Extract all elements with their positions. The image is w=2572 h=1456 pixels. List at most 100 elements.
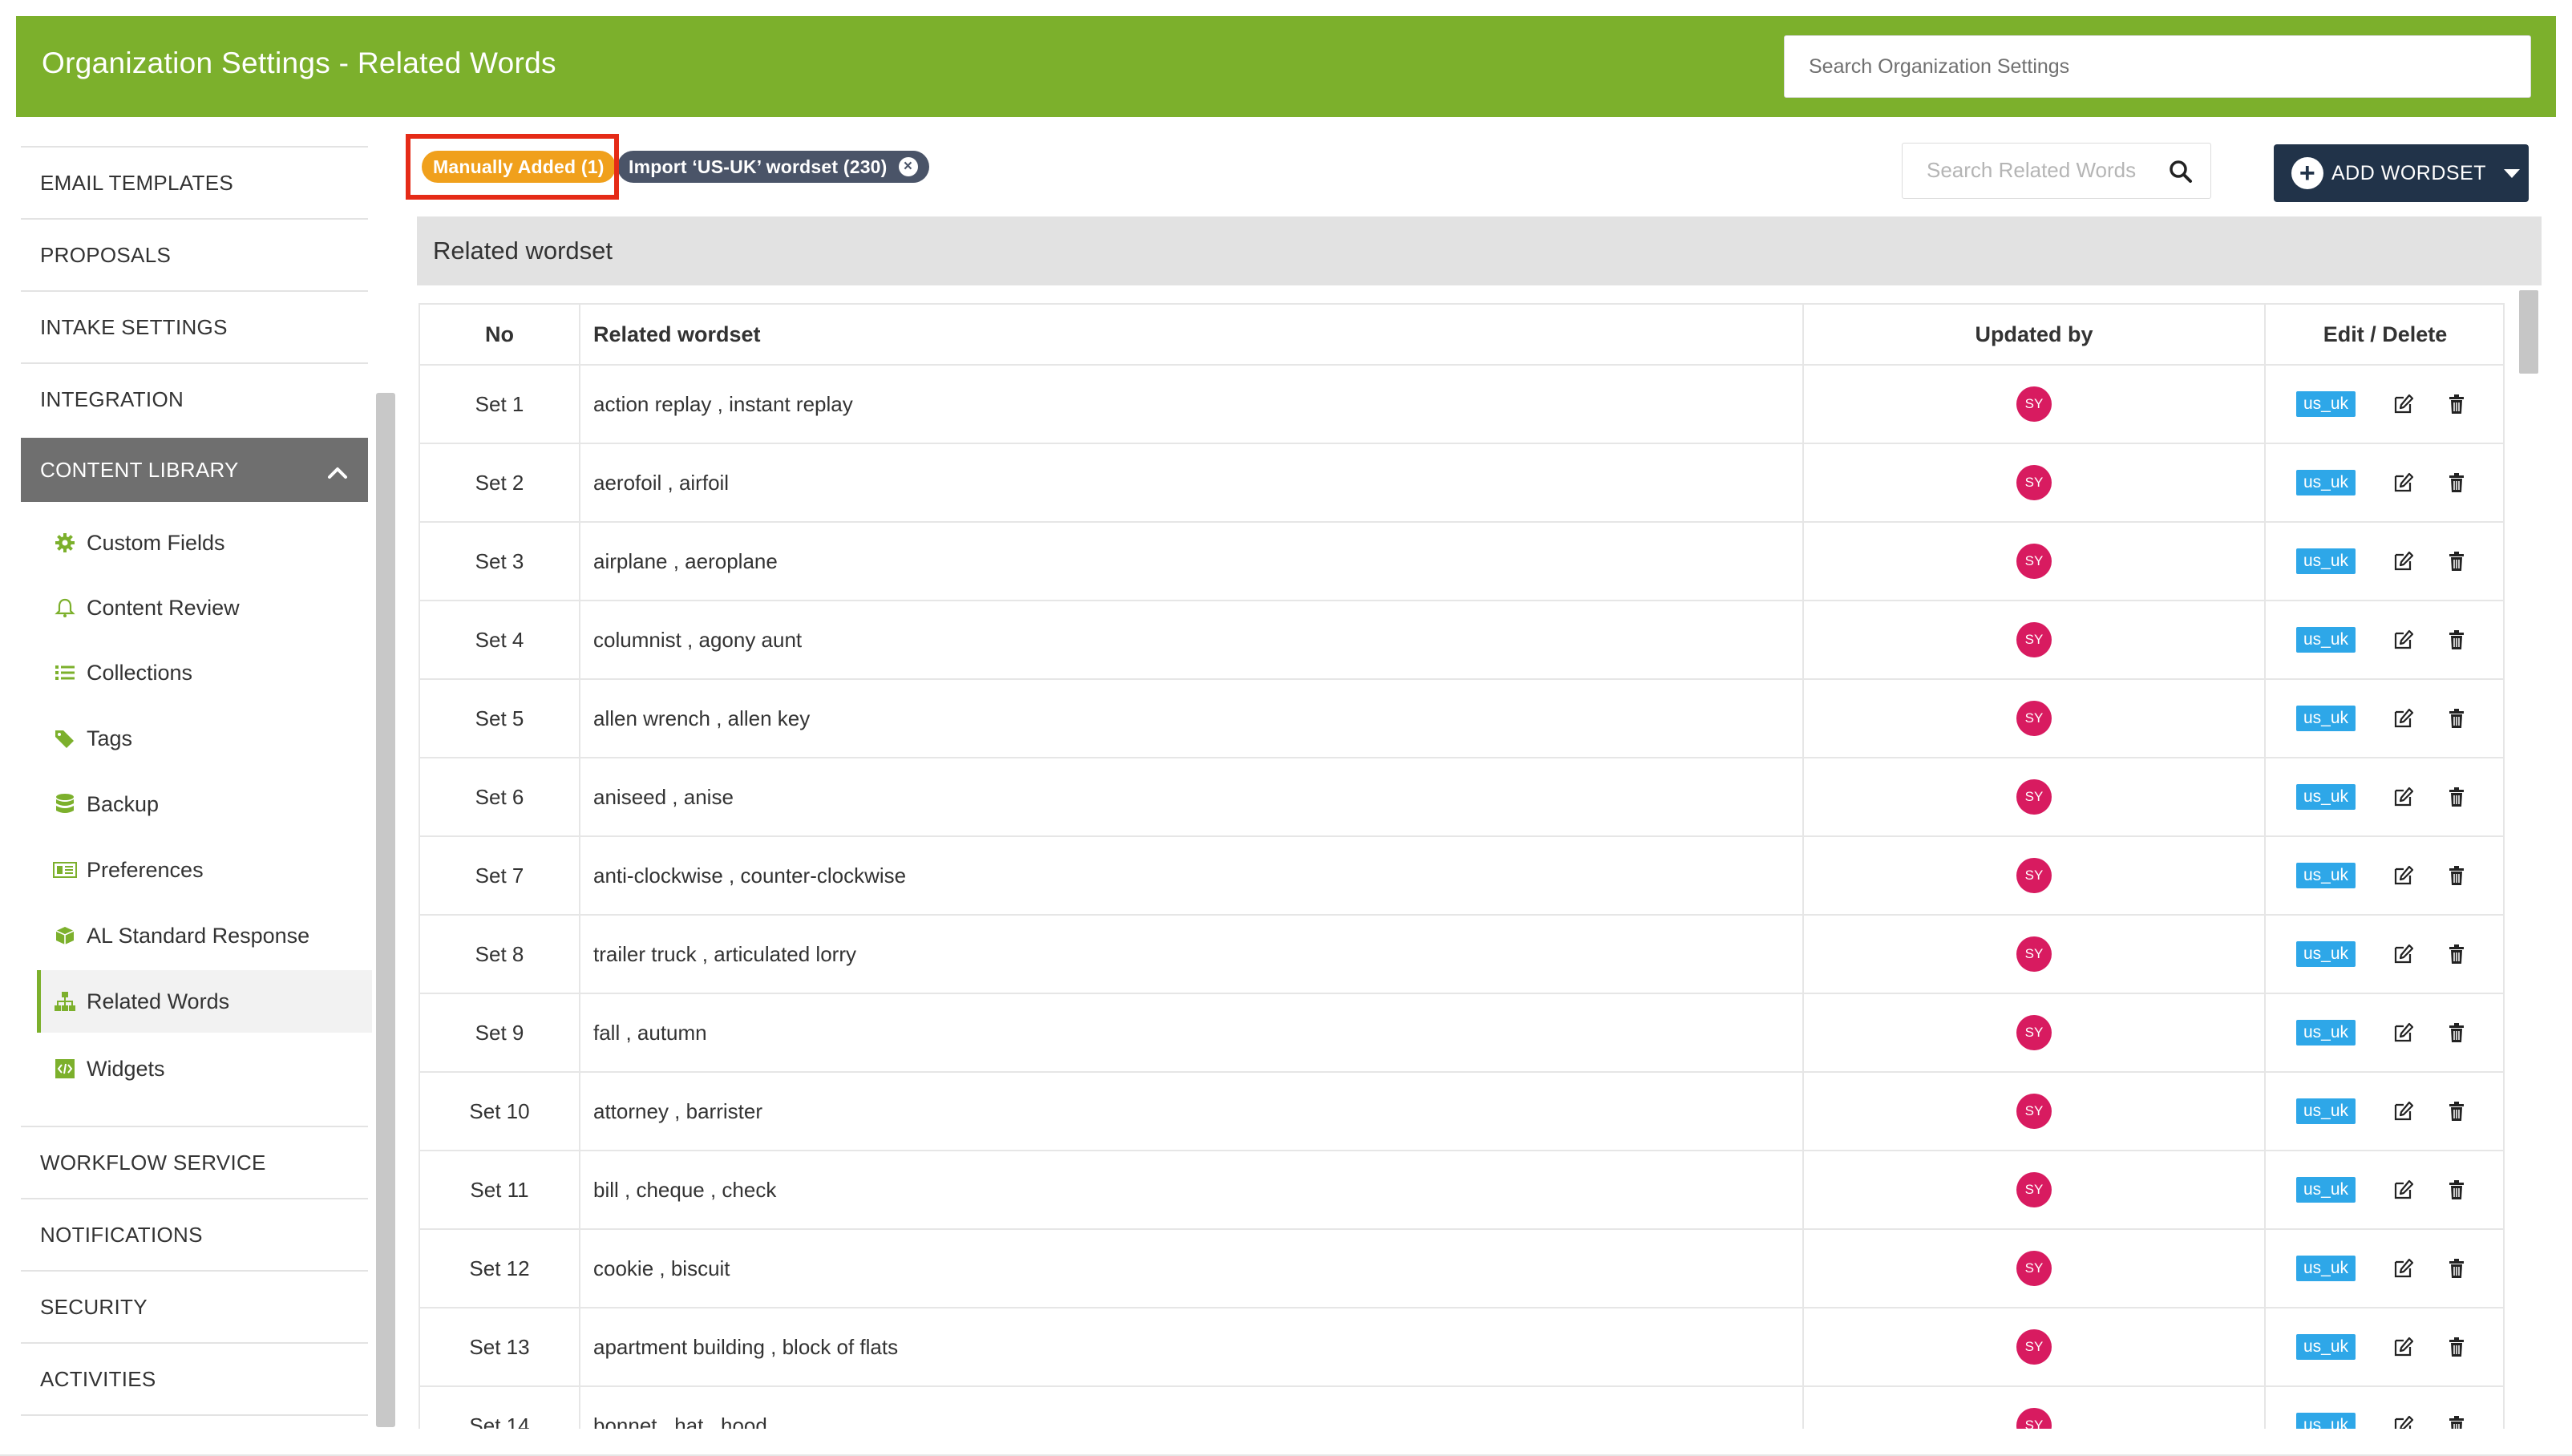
trash-icon[interactable] — [2445, 1179, 2468, 1201]
table-row: Set 9 fall , autumn SY us_uk — [420, 994, 2503, 1073]
set-number: Set 7 — [420, 837, 580, 914]
edit-icon[interactable] — [2392, 550, 2415, 572]
edit-icon[interactable] — [2392, 1336, 2415, 1358]
trash-icon[interactable] — [2445, 943, 2468, 965]
updated-by-cell: SY — [1804, 1073, 2266, 1150]
updated-by-cell: SY — [1804, 366, 2266, 443]
sidebar-scrollbar[interactable] — [376, 393, 395, 1427]
set-number: Set 1 — [420, 366, 580, 443]
add-wordset-button[interactable]: + ADD WORDSET — [2274, 144, 2529, 202]
actions-cell: us_uk — [2266, 994, 2503, 1071]
trash-icon[interactable] — [2445, 786, 2468, 808]
edit-icon[interactable] — [2392, 864, 2415, 887]
database-icon — [53, 792, 77, 816]
sidebar-item-email-templates[interactable]: EMAIL TEMPLATES — [21, 146, 368, 218]
sidebar-item-widgets[interactable]: Widgets — [37, 1037, 372, 1100]
trash-icon[interactable] — [2445, 393, 2468, 415]
search-icon[interactable] — [2169, 160, 2193, 188]
trash-icon[interactable] — [2445, 471, 2468, 494]
sidebar-item-related-words[interactable]: Related Words — [37, 970, 372, 1033]
updated-by-cell: SY — [1804, 994, 2266, 1071]
sidebar-item-label: AL Standard Response — [87, 923, 310, 948]
avatar: SY — [2016, 622, 2052, 657]
table-row: Set 14 bonnet , hat , hood SY us_uk — [420, 1387, 2503, 1429]
add-wordset-label: ADD WORDSET — [2331, 161, 2486, 184]
actions-cell: us_uk — [2266, 523, 2503, 600]
sidebar-item-notifications[interactable]: NOTIFICATIONS — [21, 1198, 368, 1270]
set-number: Set 10 — [420, 1073, 580, 1150]
edit-icon[interactable] — [2392, 629, 2415, 651]
sidebar-item-label: SECURITY — [40, 1294, 148, 1319]
edit-icon[interactable] — [2392, 1021, 2415, 1044]
avatar: SY — [2016, 779, 2052, 815]
sidebar-item-label: Preferences — [87, 857, 204, 882]
sidebar-item-al-standard-response[interactable]: AL Standard Response — [37, 904, 372, 967]
sidebar-item-label: Widgets — [87, 1056, 165, 1081]
trash-icon[interactable] — [2445, 707, 2468, 730]
edit-icon[interactable] — [2392, 943, 2415, 965]
avatar: SY — [2016, 1172, 2052, 1207]
sidebar-item-content-library[interactable]: CONTENT LIBRARY — [21, 438, 368, 502]
trash-icon[interactable] — [2445, 1336, 2468, 1358]
table-header-row: No Related wordset Updated by Edit / Del… — [420, 305, 2503, 366]
updated-by-cell: SY — [1804, 1387, 2266, 1429]
trash-icon[interactable] — [2445, 1021, 2468, 1044]
trash-icon[interactable] — [2445, 550, 2468, 572]
sidebar-item-collections[interactable]: Collections — [37, 641, 372, 704]
table-row: Set 7 anti-clockwise , counter-clockwise S… — [420, 837, 2503, 916]
edit-icon[interactable] — [2392, 1414, 2415, 1429]
trash-icon[interactable] — [2445, 629, 2468, 651]
column-header-related-wordset: Related wordset — [580, 305, 1804, 364]
edit-icon[interactable] — [2392, 393, 2415, 415]
set-number: Set 5 — [420, 680, 580, 757]
trash-icon[interactable] — [2445, 864, 2468, 887]
sidebar-item-security[interactable]: SECURITY — [21, 1270, 368, 1342]
updated-by-cell: SY — [1804, 758, 2266, 835]
wordset-text: apartment building , block of flats — [580, 1308, 1804, 1385]
edit-icon[interactable] — [2392, 471, 2415, 494]
sidebar-item-workflow-service[interactable]: WORKFLOW SERVICE — [21, 1126, 368, 1198]
wordset-text: airplane , aeroplane — [580, 523, 1804, 600]
sidebar-item-tags[interactable]: Tags — [37, 707, 372, 770]
actions-cell: us_uk — [2266, 680, 2503, 757]
sidebar-item-activities[interactable]: ACTIVITIES — [21, 1342, 368, 1414]
edit-icon[interactable] — [2392, 786, 2415, 808]
trash-icon[interactable] — [2445, 1257, 2468, 1280]
edit-icon[interactable] — [2392, 707, 2415, 730]
sidebar-item-intake-settings[interactable]: INTAKE SETTINGS — [21, 290, 368, 362]
trash-icon[interactable] — [2445, 1100, 2468, 1122]
close-icon[interactable]: × — [898, 157, 918, 176]
wordset-tag: us_uk — [2296, 627, 2356, 653]
sidebar-item-custom-fields[interactable]: Custom Fields — [37, 512, 372, 574]
sidebar-item-content-review[interactable]: Content Review — [37, 576, 372, 639]
wordset-text: trailer truck , articulated lorry — [580, 916, 1804, 993]
wordset-tag: us_uk — [2296, 784, 2356, 810]
wordset-text: allen wrench , allen key — [580, 680, 1804, 757]
column-header-updated-by: Updated by — [1804, 305, 2266, 364]
list-icon — [53, 661, 77, 685]
edit-icon[interactable] — [2392, 1100, 2415, 1122]
edit-icon[interactable] — [2392, 1179, 2415, 1201]
related-words-search-input[interactable] — [1903, 144, 2143, 196]
import-wordset-filter[interactable]: Import ‘US-UK’ wordset (230) × — [617, 151, 929, 183]
chevron-up-icon[interactable] — [326, 462, 349, 484]
sidebar-item-integration[interactable]: INTEGRATION — [21, 362, 368, 435]
organization-settings-search-input[interactable] — [1784, 35, 2531, 98]
edit-icon[interactable] — [2392, 1257, 2415, 1280]
avatar: SY — [2016, 936, 2052, 972]
wordset-text: cookie , biscuit — [580, 1230, 1804, 1307]
trash-icon[interactable] — [2445, 1414, 2468, 1429]
avatar: SY — [2016, 544, 2052, 579]
updated-by-cell: SY — [1804, 916, 2266, 993]
sitemap-icon — [53, 989, 77, 1013]
wordset-text: anti-clockwise , counter-clockwise — [580, 837, 1804, 914]
wordset-tag: us_uk — [2296, 1413, 2356, 1429]
updated-by-cell: SY — [1804, 680, 2266, 757]
avatar: SY — [2016, 1408, 2052, 1429]
code-icon — [53, 1057, 77, 1081]
sidebar-item-backup[interactable]: Backup — [37, 773, 372, 835]
sidebar-item-preferences[interactable]: Preferences — [37, 839, 372, 901]
table-scrollbar[interactable] — [2519, 290, 2538, 374]
sidebar-item-proposals[interactable]: PROPOSALS — [21, 218, 368, 290]
sidebar-item-label: Custom Fields — [87, 530, 225, 555]
